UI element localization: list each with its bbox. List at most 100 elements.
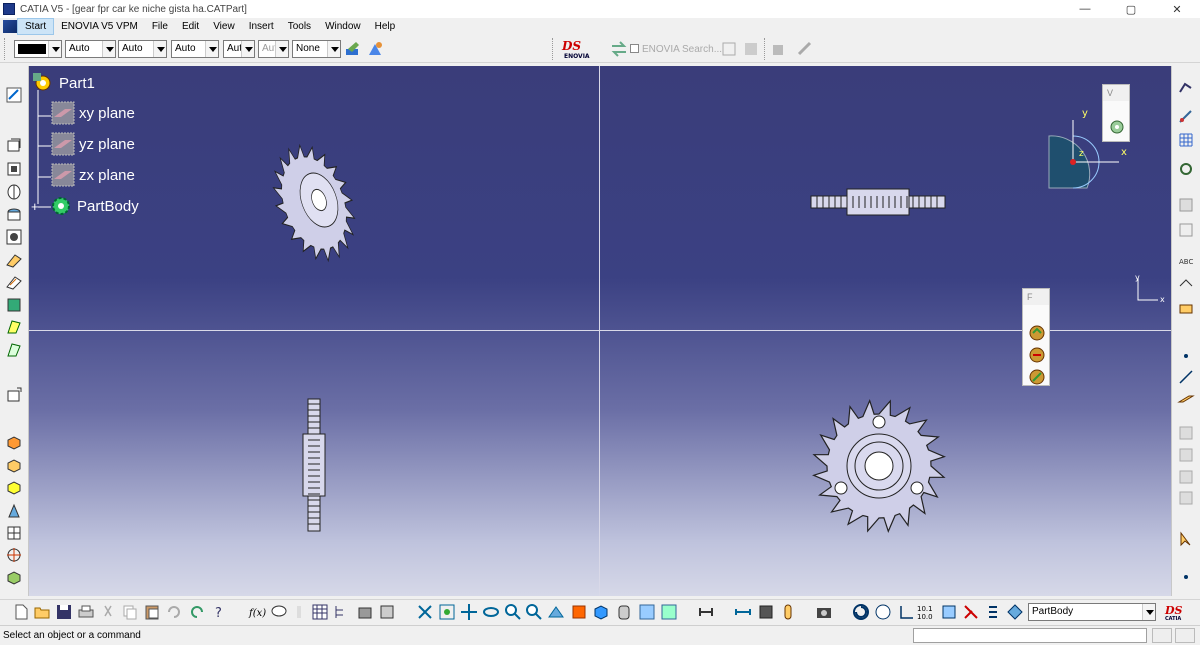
- painter-icon[interactable]: [344, 40, 362, 58]
- line-tool-icon[interactable]: [1177, 368, 1195, 386]
- menu-enovia[interactable]: ENOVIA V5 VPM: [54, 18, 145, 35]
- whats-this-icon[interactable]: ?: [212, 603, 230, 621]
- loft-icon[interactable]: [5, 318, 23, 336]
- iso-view-icon[interactable]: [592, 603, 610, 621]
- tree-root[interactable]: Part1: [31, 71, 95, 95]
- chamfer-icon[interactable]: [5, 457, 23, 475]
- linetype-combo[interactable]: Auto: [118, 40, 167, 58]
- maximize-button[interactable]: ▢: [1108, 0, 1154, 18]
- menu-tools[interactable]: Tools: [281, 18, 318, 35]
- transform-icon[interactable]: [1177, 424, 1195, 442]
- line-icon[interactable]: [1177, 108, 1195, 126]
- analysis-icon[interactable]: [962, 603, 980, 621]
- pan-icon[interactable]: [460, 603, 478, 621]
- gear-top-view[interactable]: [809, 186, 949, 220]
- table-icon[interactable]: [311, 603, 329, 621]
- groove-icon[interactable]: [5, 206, 23, 224]
- color-combo[interactable]: [14, 40, 62, 58]
- current-body-select[interactable]: PartBody: [1028, 603, 1156, 621]
- rotate-icon[interactable]: [482, 603, 500, 621]
- slot-icon[interactable]: [5, 273, 23, 291]
- enovia-tree-icon[interactable]: [742, 40, 760, 58]
- point-combo[interactable]: Aut: [223, 40, 255, 58]
- menu-help[interactable]: Help: [368, 18, 403, 35]
- enovia-logo-icon[interactable]: DS ENOVIA: [560, 38, 596, 60]
- pad-icon[interactable]: [5, 136, 23, 154]
- list-icon[interactable]: [984, 603, 1002, 621]
- copy-icon[interactable]: [121, 603, 139, 621]
- status-button-1[interactable]: [1152, 628, 1172, 643]
- constraint-icon[interactable]: [1177, 276, 1195, 294]
- dimension-icon[interactable]: 10.110.0: [917, 603, 937, 621]
- normal-view-icon[interactable]: [547, 603, 565, 621]
- measure-inertia-icon[interactable]: [757, 603, 775, 621]
- fly-mode-icon[interactable]: [416, 603, 434, 621]
- profile-icon[interactable]: [1177, 221, 1195, 239]
- menu-insert[interactable]: Insert: [242, 18, 281, 35]
- grid-icon[interactable]: [1177, 131, 1195, 149]
- print-icon[interactable]: [77, 603, 95, 621]
- menu-edit[interactable]: Edit: [175, 18, 206, 35]
- menu-window[interactable]: Window: [318, 18, 368, 35]
- cut-part-icon[interactable]: [1177, 196, 1195, 214]
- save-icon[interactable]: [55, 603, 73, 621]
- 3d-viewport[interactable]: Part1 xy plane yz plane zx plane + PartB…: [29, 66, 1171, 596]
- wireframe-point-icon[interactable]: [1177, 80, 1195, 98]
- measure-between-icon[interactable]: [697, 603, 715, 621]
- create-multi-view-icon[interactable]: [570, 603, 588, 621]
- gear-side-view[interactable]: [299, 396, 329, 536]
- status-button-2[interactable]: [1175, 628, 1195, 643]
- reframe-icon[interactable]: [852, 603, 870, 621]
- pocket-icon[interactable]: [5, 160, 23, 178]
- enovia-search-icon[interactable]: [720, 40, 738, 58]
- cut-icon[interactable]: [99, 603, 117, 621]
- close-button[interactable]: ✕: [1154, 0, 1200, 18]
- scaling-icon[interactable]: [1177, 489, 1195, 507]
- gear-front-view[interactable]: [809, 396, 949, 536]
- transparency-combo[interactable]: Auto: [65, 40, 116, 58]
- undo-icon[interactable]: [165, 603, 183, 621]
- removed-loft-icon[interactable]: [5, 341, 23, 359]
- enovia-link-icon[interactable]: [796, 40, 814, 58]
- enovia-sync-icon[interactable]: [770, 40, 788, 58]
- tree-item-partbody[interactable]: + PartBody: [31, 194, 139, 218]
- constraint-table-icon[interactable]: [940, 603, 958, 621]
- expand-plus-icon[interactable]: +: [31, 199, 45, 214]
- law-icon[interactable]: [378, 603, 396, 621]
- new-file-icon[interactable]: [12, 603, 30, 621]
- zoom-in-icon[interactable]: [504, 603, 522, 621]
- enovia-connect-icon[interactable]: [610, 40, 628, 58]
- knowledge-icon[interactable]: [290, 603, 308, 621]
- shading-icon[interactable]: [615, 603, 633, 621]
- text-icon[interactable]: ABC: [1177, 252, 1195, 270]
- layer-combo[interactable]: None: [292, 40, 341, 58]
- gear-isometric-view[interactable]: [259, 138, 369, 268]
- hand-icon[interactable]: [874, 603, 892, 621]
- hide-show-icon[interactable]: [638, 603, 656, 621]
- boolean-icon[interactable]: [5, 569, 23, 587]
- render-style-icon[interactable]: [1107, 117, 1127, 137]
- annotation-icon[interactable]: [1177, 299, 1195, 317]
- zoom-out-icon[interactable]: [525, 603, 543, 621]
- thickness-combo[interactable]: Auto: [171, 40, 219, 58]
- swap-visible-icon[interactable]: [660, 603, 678, 621]
- measure-icon[interactable]: [1027, 367, 1047, 387]
- design-table-icon[interactable]: [356, 603, 374, 621]
- snap-icon[interactable]: [1177, 160, 1195, 178]
- command-input[interactable]: [913, 628, 1147, 643]
- plane-tool-icon[interactable]: [1177, 390, 1195, 408]
- point-style-combo[interactable]: Aut: [258, 40, 289, 58]
- paste-icon[interactable]: [143, 603, 161, 621]
- open-folder-icon[interactable]: [33, 603, 51, 621]
- shaft-icon[interactable]: [5, 183, 23, 201]
- fillet-icon[interactable]: [5, 434, 23, 452]
- mirror-icon[interactable]: [1177, 446, 1195, 464]
- draft-icon[interactable]: [5, 479, 23, 497]
- redo-icon[interactable]: [188, 603, 206, 621]
- point-small-icon[interactable]: [1177, 568, 1195, 586]
- tree-structure-icon[interactable]: [333, 603, 351, 621]
- menu-start[interactable]: Start: [17, 18, 55, 35]
- update-icon[interactable]: [1027, 323, 1047, 343]
- stiffener-icon[interactable]: [5, 296, 23, 314]
- pattern-icon[interactable]: [1177, 468, 1195, 486]
